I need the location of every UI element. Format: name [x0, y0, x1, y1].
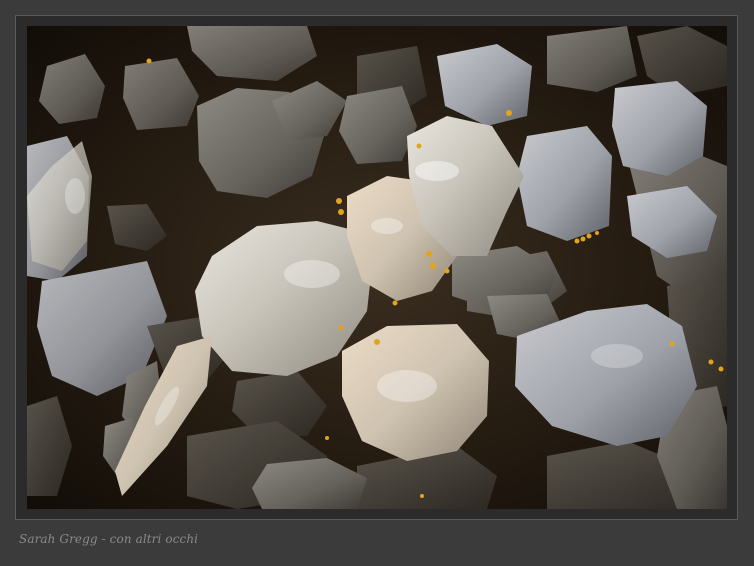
photo-caption: Sarah Gregg - con altri occhi	[19, 532, 199, 546]
page: Sarah Gregg - con altri occhi	[0, 0, 754, 566]
rock-fragments-photo	[27, 26, 727, 509]
